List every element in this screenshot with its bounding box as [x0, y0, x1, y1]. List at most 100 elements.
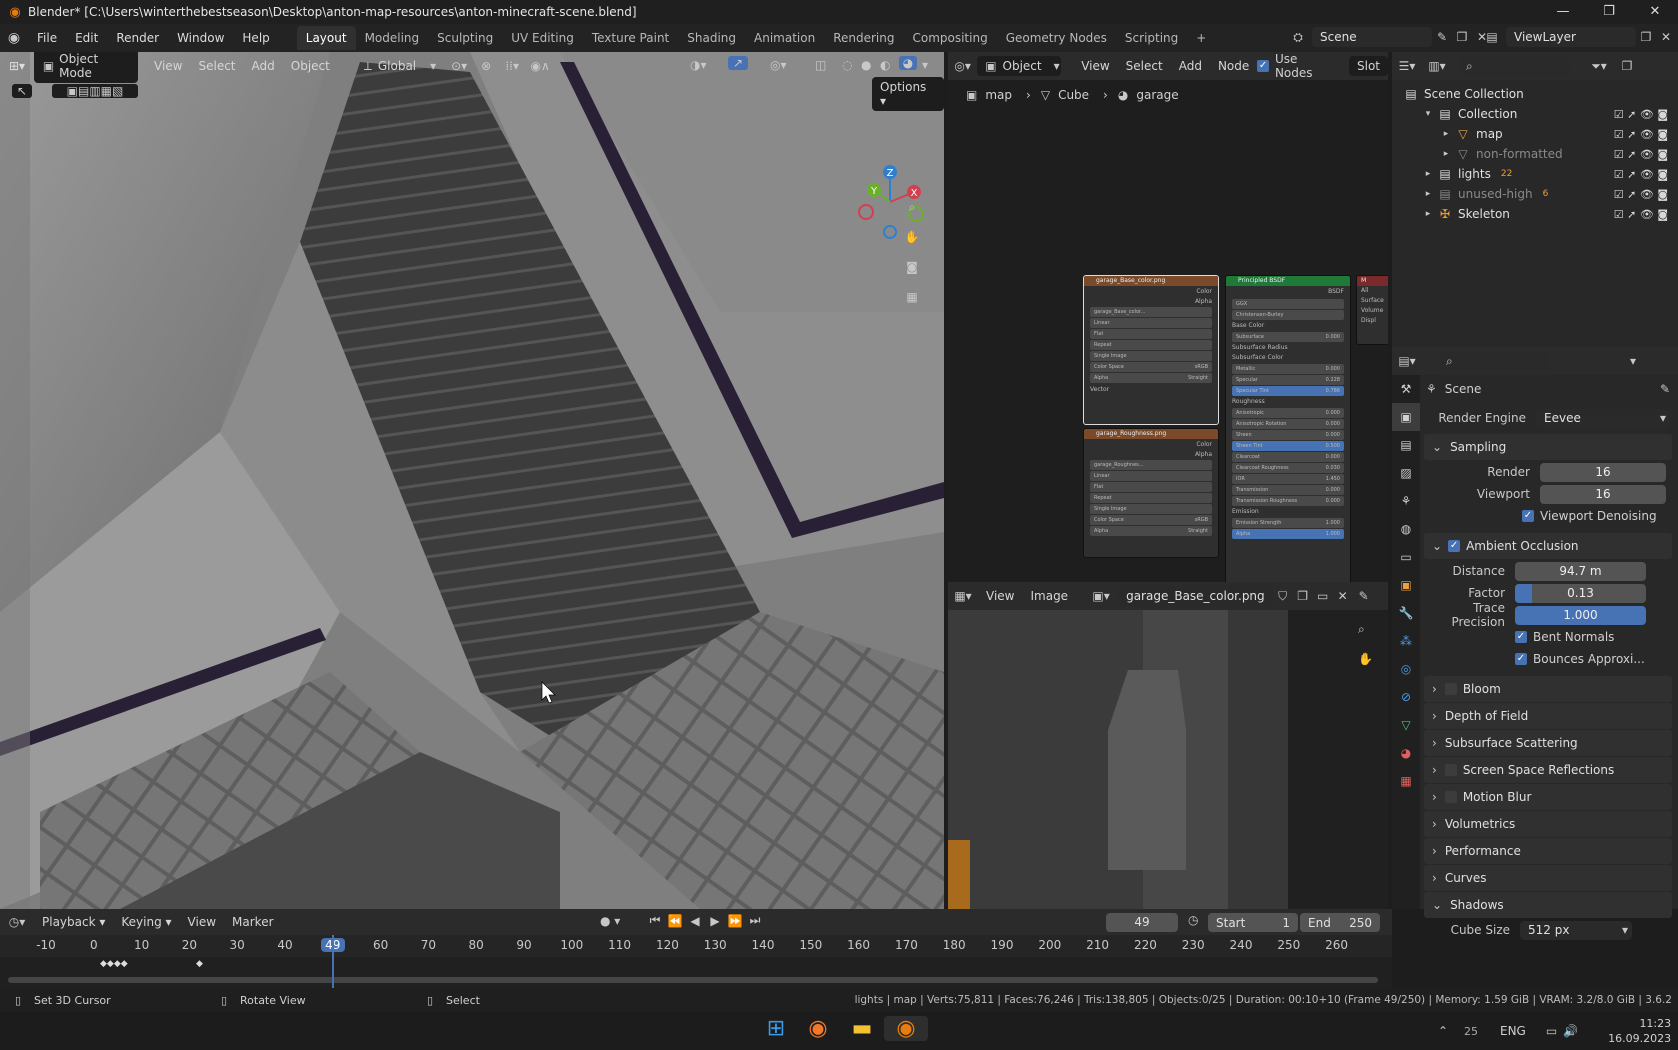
- node-image-selector[interactable]: garage_Base_color...: [1090, 307, 1212, 317]
- rendered-shading-icon[interactable]: ◕: [899, 56, 917, 70]
- ao-checkbox[interactable]: ✓: [1448, 540, 1461, 552]
- node-colorspace[interactable]: Color Space sRGB: [1090, 362, 1212, 372]
- bsdf-input-row[interactable]: Alpha 1.000: [1232, 529, 1344, 539]
- scene-tab-icon[interactable]: ⚘: [1392, 487, 1420, 515]
- volume-icon[interactable]: 🔊: [1563, 1024, 1578, 1038]
- outliner-visibility-toggles[interactable]: ☑ ➚ 👁 ◙: [1614, 208, 1668, 221]
- menu-window[interactable]: Window: [168, 31, 233, 45]
- tray-chevron-up-icon[interactable]: ⌃: [1430, 1024, 1456, 1038]
- panel-header-collapsed[interactable]: › Curves: [1424, 865, 1672, 891]
- next-keyframe-icon[interactable]: ⏩: [725, 914, 745, 928]
- texture-tab-icon[interactable]: ▦: [1392, 767, 1420, 795]
- image-editor-type-icon[interactable]: ▦▾: [948, 589, 978, 603]
- sampling-panel-header[interactable]: ⌄ Sampling: [1424, 434, 1672, 460]
- end-frame-field[interactable]: End 250: [1300, 913, 1380, 932]
- visibility-icon[interactable]: ◑▾: [690, 58, 707, 72]
- bsdf-input-row[interactable]: Transmission Roughness 0.000: [1232, 496, 1344, 506]
- node-projection[interactable]: Flat: [1090, 482, 1212, 492]
- node-source[interactable]: Single Image: [1090, 504, 1212, 514]
- tab-texture-paint[interactable]: Texture Paint: [583, 26, 678, 50]
- gizmo-toggle-icon[interactable]: ↗: [728, 56, 748, 70]
- outliner-row[interactable]: ▤ Scene Collection: [1392, 84, 1678, 104]
- outliner-type-icon[interactable]: ☰▾: [1392, 59, 1422, 73]
- viewport-options-button[interactable]: Options ▾: [872, 77, 944, 111]
- bsdf-input-row[interactable]: Specular 0.228: [1232, 375, 1344, 385]
- node-extension[interactable]: Repeat: [1090, 340, 1212, 350]
- principled-bsdf-node[interactable]: Principled BSDF BSDF GGX Christensen-Bur…: [1225, 275, 1351, 582]
- timeline-type-icon[interactable]: ◷▾: [0, 915, 34, 929]
- new-collection-icon[interactable]: ❐: [1616, 59, 1638, 73]
- bsdf-input-row[interactable]: Specular Tint 0.786: [1232, 386, 1344, 396]
- blender-taskbar-icon[interactable]: ◉: [884, 1016, 928, 1041]
- timeline-menu-view[interactable]: View: [180, 912, 224, 932]
- image-preview[interactable]: [948, 610, 1388, 909]
- camera-view-icon[interactable]: ◙: [900, 252, 924, 282]
- zoom-icon[interactable]: ⌕: [900, 192, 924, 222]
- chevron-down-icon[interactable]: ▾: [1630, 354, 1636, 368]
- perspective-grid-icon[interactable]: ▦: [900, 282, 924, 312]
- timeline-scrollbar[interactable]: [8, 977, 1378, 983]
- new-scene-icon[interactable]: ❐: [1452, 30, 1472, 44]
- node-alpha-mode[interactable]: Alpha Straight: [1090, 526, 1212, 536]
- file-explorer-icon[interactable]: ▬: [840, 1016, 884, 1041]
- pivot-icon[interactable]: ⊙▾: [444, 59, 474, 73]
- xray-icon[interactable]: ◫: [815, 58, 826, 72]
- snap-target-icon[interactable]: ⁞⁞▾: [498, 59, 526, 73]
- image-editor[interactable]: ▦▾ View Image ▣▾ garage_Base_color.png ⛉…: [948, 582, 1388, 909]
- properties-search-input[interactable]: ⌕: [1440, 352, 1550, 370]
- panel-header-collapsed[interactable]: › Screen Space Reflections: [1424, 757, 1672, 783]
- clock-icon[interactable]: ◷: [1188, 913, 1198, 927]
- transform-orientation-dropdown[interactable]: ⟂ Global ▾: [356, 56, 444, 77]
- outliner-visibility-toggles[interactable]: ☑ ➚ 👁 ◙: [1614, 128, 1668, 141]
- render-engine-dropdown[interactable]: Eevee ▾: [1536, 408, 1670, 428]
- open-image-icon[interactable]: ▭: [1313, 589, 1333, 603]
- blender-menu-icon[interactable]: ◉: [0, 30, 28, 46]
- material-shading-icon[interactable]: ◐: [880, 58, 890, 72]
- timeline-menu-marker[interactable]: Marker: [224, 912, 281, 932]
- bsdf-input-row[interactable]: Anisotropic Rotation 0.000: [1232, 419, 1344, 429]
- pan-hand-icon[interactable]: ✋: [900, 222, 924, 252]
- panel-header-collapsed[interactable]: › Motion Blur: [1424, 784, 1672, 810]
- ao-panel-header[interactable]: ⌄ ✓ Ambient Occlusion: [1424, 533, 1672, 559]
- panel-header-collapsed[interactable]: › Bloom: [1424, 676, 1672, 702]
- start-frame-field[interactable]: Start 1: [1208, 913, 1298, 932]
- outliner-visibility-toggles[interactable]: ☑ ➚ 👁 ◙: [1614, 108, 1668, 121]
- object-type-dropdown[interactable]: ▣ Object ▾: [977, 56, 1062, 76]
- pin-icon[interactable]: ✎: [1353, 589, 1375, 603]
- menu-file[interactable]: File: [28, 31, 66, 45]
- play-reverse-icon[interactable]: ◀: [685, 914, 705, 928]
- node-image-selector[interactable]: garage_Roughnes...: [1090, 460, 1212, 470]
- node-interpolation[interactable]: Linear: [1090, 318, 1212, 328]
- timeline-menu-playback[interactable]: Playback ▾: [34, 912, 113, 932]
- ao-factor-slider[interactable]: 0.13: [1515, 583, 1646, 603]
- bent-normals-checkbox[interactable]: ✓: [1515, 631, 1527, 643]
- node-menu-view[interactable]: View: [1073, 56, 1117, 76]
- language-indicator[interactable]: ENG: [1500, 1024, 1526, 1038]
- scene-selector[interactable]: Scene: [1312, 27, 1432, 47]
- image-texture-node-base-color[interactable]: garage_Base_color.png Color Alpha garage…: [1083, 275, 1219, 425]
- bsdf-input-row[interactable]: Sheen Tint 0.500: [1232, 441, 1344, 451]
- menu-edit[interactable]: Edit: [66, 31, 107, 45]
- new-viewlayer-icon[interactable]: ❐: [1636, 30, 1656, 44]
- viewport-menu-select[interactable]: Select: [190, 56, 243, 76]
- minimize-button[interactable]: —: [1540, 0, 1586, 24]
- viewport-menu-object[interactable]: Object: [283, 56, 338, 76]
- menu-render[interactable]: Render: [107, 31, 168, 45]
- bsdf-input-row[interactable]: Clearcoat 0.000: [1232, 452, 1344, 462]
- material-tab-icon[interactable]: ◕: [1392, 739, 1420, 767]
- slot-dropdown[interactable]: Slot: [1349, 56, 1388, 76]
- use-nodes-checkbox[interactable]: ✓: [1257, 60, 1269, 72]
- node-editor-type-icon[interactable]: ◎▾: [948, 59, 977, 73]
- node-interpolation[interactable]: Linear: [1090, 471, 1212, 481]
- menu-help[interactable]: Help: [233, 31, 278, 45]
- current-frame-field[interactable]: 49: [1106, 913, 1178, 932]
- panel-header-collapsed[interactable]: › Depth of Field: [1424, 703, 1672, 729]
- shader-node-editor[interactable]: ◎▾ ▣ Object ▾ View Select Add Node ✓ Use…: [948, 52, 1388, 582]
- properties-type-icon[interactable]: ▤▾: [1392, 354, 1422, 368]
- modifier-tab-icon[interactable]: 🔧: [1392, 599, 1420, 627]
- outliner-row[interactable]: ▸ ▤ unused-high 6 ☑ ➚ 👁 ◙: [1392, 184, 1678, 204]
- unlink-image-icon[interactable]: ✕: [1333, 589, 1353, 603]
- expand-right-icon[interactable]: ▸: [1438, 129, 1454, 139]
- windows-start-icon[interactable]: ⊞: [756, 1016, 796, 1041]
- image-texture-node-roughness[interactable]: garage_Roughness.png Color Alpha garage_…: [1083, 428, 1219, 558]
